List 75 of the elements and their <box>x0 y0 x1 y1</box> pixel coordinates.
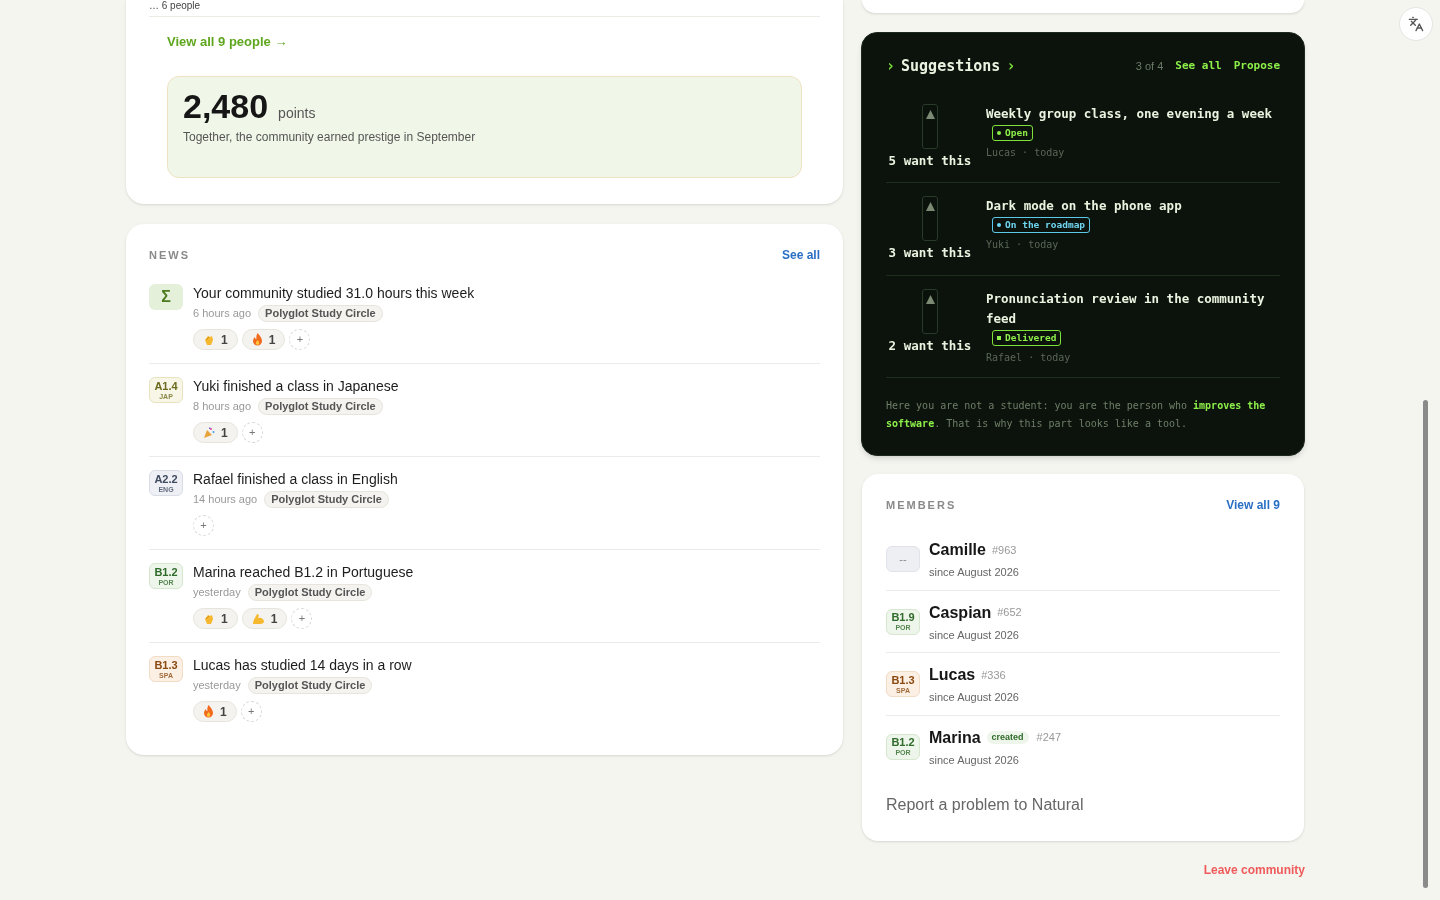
sum-badge: Σ <box>149 284 183 310</box>
points-unit: points <box>278 104 316 123</box>
member-since: since August 2026 <box>929 565 1019 580</box>
status-tag: Delivered <box>992 330 1062 346</box>
vote-count: 3 want this <box>888 244 972 263</box>
news-text: Marina reached B1.2 in Portuguese <box>193 563 414 581</box>
heading-chevron: › <box>1006 56 1016 77</box>
suggestion-title: Dark mode on the phone app <box>986 197 1182 216</box>
points-caption: Together, the community earned prestige in September <box>183 128 477 146</box>
group-tag[interactable]: Polyglot Study Circle <box>247 677 373 694</box>
upvote-button[interactable] <box>922 103 938 149</box>
news-text: Your community studied 31.0 hours this week <box>193 284 475 302</box>
flame-icon <box>203 705 214 718</box>
news-time: 14 hours ago <box>193 492 258 508</box>
news-time: 6 hours ago <box>193 306 252 322</box>
suggestion-meta: Rafael · today <box>986 351 1072 365</box>
reaction-button[interactable]: 1 <box>241 608 288 629</box>
status-tag: Open <box>992 124 1033 141</box>
member-since: since August 2026 <box>929 690 1019 705</box>
members-heading: MEMBERS <box>886 497 957 513</box>
triangle-up-icon <box>925 295 935 304</box>
prompt-chevron: › <box>886 56 896 77</box>
group-tag[interactable]: Polyglot Study Circle <box>247 584 373 601</box>
member-since: since August 2026 <box>929 627 1020 643</box>
party-popper-icon <box>203 426 215 439</box>
news-time: 8 hours ago <box>193 399 252 415</box>
view-all-members-link[interactable]: View all 9 <box>1226 496 1280 514</box>
member-since: since August 2026 <box>929 752 1020 768</box>
translate-button[interactable] <box>1399 7 1433 41</box>
suggestion-meta: Lucas · today <box>986 145 1066 160</box>
member-number: #963 <box>991 542 1017 558</box>
news-text: Yuki finished a class in Japanese <box>193 377 399 395</box>
more-people-label: … 6 people <box>149 0 202 11</box>
triangle-up-icon <box>925 109 935 119</box>
points-value: 2,480 <box>183 86 269 127</box>
triangle-up-icon <box>925 202 935 212</box>
propose-link[interactable]: Propose <box>1233 58 1280 75</box>
member-number: #336 <box>981 667 1006 683</box>
vote-count: 5 want this <box>888 151 972 170</box>
member-name[interactable]: Caspian <box>929 600 992 625</box>
member-name[interactable]: Marina <box>929 725 981 750</box>
reaction-button[interactable]: 1 <box>241 329 286 350</box>
member-name[interactable]: Lucas <box>929 663 976 687</box>
reaction-button[interactable]: 1 <box>193 329 238 350</box>
see-all-link[interactable]: See all <box>1175 58 1222 75</box>
upvote-button[interactable] <box>922 289 938 334</box>
reaction-button[interactable]: 1 <box>193 422 238 443</box>
translate-icon <box>1408 16 1424 32</box>
group-tag[interactable]: Polyglot Study Circle <box>258 398 383 415</box>
upvote-button[interactable] <box>922 196 938 242</box>
news-heading: NEWS <box>149 247 190 263</box>
suggestions-heading: Suggestions <box>901 56 1001 77</box>
level-badge: -- <box>886 546 920 573</box>
tool-note: Here you are not a student: you are the person who improves the software. That is why this part looks like a tool. <box>886 399 1267 431</box>
news-time: yesterday <box>193 678 241 694</box>
member-number: #247 <box>1036 730 1062 746</box>
news-time: yesterday <box>193 585 241 601</box>
flame-icon <box>251 333 263 346</box>
member-name[interactable]: Camille <box>929 538 986 562</box>
news-text: Lucas has studied 14 days in a row <box>193 656 412 674</box>
reaction-button[interactable]: 1 <box>193 701 237 722</box>
suggestion-title: Pronunciation review in the community feed <box>986 290 1266 328</box>
suggestion-meta: Yuki · today <box>986 238 1060 253</box>
group-tag[interactable]: Polyglot Study Circle <box>264 491 389 508</box>
reaction-button[interactable]: 1 <box>193 608 238 629</box>
see-all-link[interactable]: See all <box>781 246 820 264</box>
report-problem-link[interactable]: Report a problem to Natural <box>886 793 1280 817</box>
member-number: #652 <box>997 605 1022 621</box>
vote-count: 2 want this <box>888 337 972 355</box>
status-tag: On the roadmap <box>992 217 1091 234</box>
news-text: Rafael finished a class in English <box>193 470 398 488</box>
creator-tag: created <box>986 731 1029 744</box>
suggestion-count: 3 of 4 <box>1135 59 1164 74</box>
group-tag[interactable]: Polyglot Study Circle <box>258 305 383 322</box>
suggestion-title: Weekly group class, one evening a week <box>986 104 1272 123</box>
